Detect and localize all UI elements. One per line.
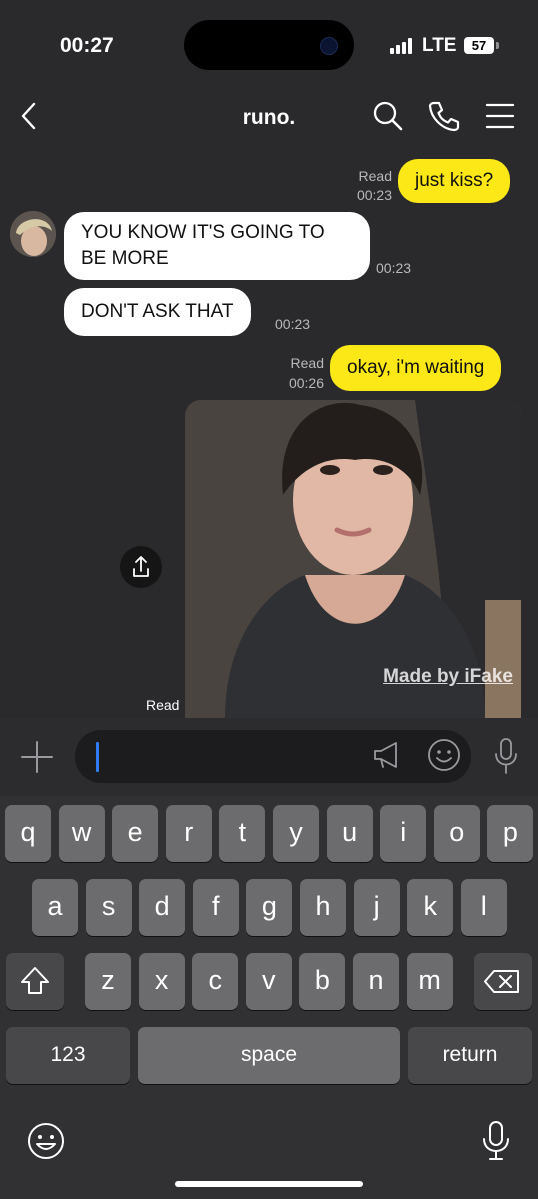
key-m[interactable]: m bbox=[406, 953, 453, 1010]
backspace-icon bbox=[484, 970, 519, 993]
message-line: BE MORE bbox=[81, 248, 169, 269]
battery-tip bbox=[496, 42, 499, 49]
space-key[interactable]: space bbox=[138, 1027, 400, 1084]
message-bubble-sent[interactable]: just kiss? bbox=[398, 159, 511, 203]
key-g[interactable]: g bbox=[246, 879, 293, 936]
dictation-button[interactable] bbox=[480, 1120, 512, 1162]
key-e[interactable]: e bbox=[112, 805, 159, 862]
mic-icon bbox=[495, 738, 517, 774]
key-y[interactable]: y bbox=[273, 805, 319, 862]
avatar[interactable] bbox=[10, 211, 56, 257]
status-time: 00:27 bbox=[60, 34, 114, 57]
key-f[interactable]: f bbox=[192, 879, 239, 936]
menu-button[interactable] bbox=[482, 98, 518, 134]
plus-icon bbox=[21, 741, 53, 773]
key-o[interactable]: o bbox=[433, 805, 480, 862]
key-b[interactable]: b bbox=[299, 953, 346, 1010]
key-t[interactable]: t bbox=[219, 805, 266, 862]
attach-button[interactable] bbox=[18, 738, 56, 776]
phone-icon bbox=[428, 101, 460, 132]
return-key[interactable]: return bbox=[408, 1027, 532, 1084]
key-h[interactable]: h bbox=[300, 879, 346, 936]
key-x[interactable]: x bbox=[138, 953, 185, 1010]
search-icon bbox=[373, 101, 403, 131]
message-time: 00:23 bbox=[356, 187, 392, 203]
key-j[interactable]: j bbox=[353, 879, 400, 936]
keyboard: qwertyuiop asdfghjkl zxcvbnm 123 space r… bbox=[0, 796, 538, 1199]
camera-indicator bbox=[320, 37, 338, 55]
megaphone-button[interactable] bbox=[372, 738, 402, 772]
text-cursor bbox=[96, 742, 99, 772]
emoji-icon bbox=[428, 739, 460, 771]
numbers-key[interactable]: 123 bbox=[6, 1027, 130, 1084]
key-r[interactable]: r bbox=[165, 805, 212, 862]
photo-watermark: Made by iFake bbox=[383, 666, 513, 687]
photo-message[interactable]: Made by iFake bbox=[185, 400, 521, 718]
key-v[interactable]: v bbox=[245, 953, 292, 1010]
message-bubble-received[interactable]: DON'T ASK THAT bbox=[64, 288, 251, 336]
shift-key[interactable] bbox=[6, 953, 64, 1010]
key-s[interactable]: s bbox=[85, 879, 132, 936]
message-bubble-received[interactable]: YOU KNOW IT'S GOING TO BE MORE bbox=[64, 212, 370, 280]
message-time: 00:23 bbox=[275, 316, 311, 332]
key-i[interactable]: i bbox=[380, 805, 427, 862]
dictation-icon bbox=[483, 1121, 509, 1160]
keyboard-emoji-button[interactable] bbox=[26, 1121, 66, 1161]
read-receipt: Read bbox=[358, 168, 392, 184]
network-type: LTE bbox=[422, 35, 457, 56]
share-icon bbox=[133, 556, 149, 577]
share-button[interactable] bbox=[120, 546, 162, 588]
home-indicator bbox=[175, 1181, 363, 1187]
key-u[interactable]: u bbox=[326, 805, 373, 862]
key-p[interactable]: p bbox=[487, 805, 534, 862]
battery-icon: 57 bbox=[464, 37, 494, 54]
message-time: 00:26 bbox=[288, 375, 324, 391]
key-k[interactable]: k bbox=[407, 879, 454, 936]
key-n[interactable]: n bbox=[353, 953, 399, 1010]
key-a[interactable]: a bbox=[32, 879, 78, 936]
megaphone-icon bbox=[374, 742, 397, 768]
key-z[interactable]: z bbox=[85, 953, 131, 1010]
menu-icon bbox=[485, 103, 515, 129]
signal-icon bbox=[390, 38, 416, 54]
emoji-button[interactable] bbox=[427, 738, 461, 772]
backspace-key[interactable] bbox=[474, 953, 532, 1010]
key-q[interactable]: q bbox=[5, 805, 51, 862]
voice-button[interactable] bbox=[492, 737, 520, 775]
call-button[interactable] bbox=[426, 98, 462, 134]
keyboard-emoji-icon bbox=[28, 1123, 64, 1159]
key-c[interactable]: c bbox=[192, 953, 239, 1010]
shift-icon bbox=[21, 967, 49, 994]
message-line: YOU KNOW IT'S GOING TO bbox=[81, 222, 325, 243]
read-receipt: Read bbox=[290, 355, 324, 371]
key-w[interactable]: w bbox=[58, 805, 105, 862]
search-button[interactable] bbox=[370, 98, 406, 134]
key-d[interactable]: d bbox=[139, 879, 186, 936]
message-time: 00:23 bbox=[376, 260, 412, 276]
message-bubble-sent[interactable]: okay, i'm waiting bbox=[330, 345, 502, 391]
key-l[interactable]: l bbox=[460, 879, 507, 936]
message-input[interactable] bbox=[75, 730, 471, 783]
read-receipt: Read bbox=[146, 697, 180, 713]
